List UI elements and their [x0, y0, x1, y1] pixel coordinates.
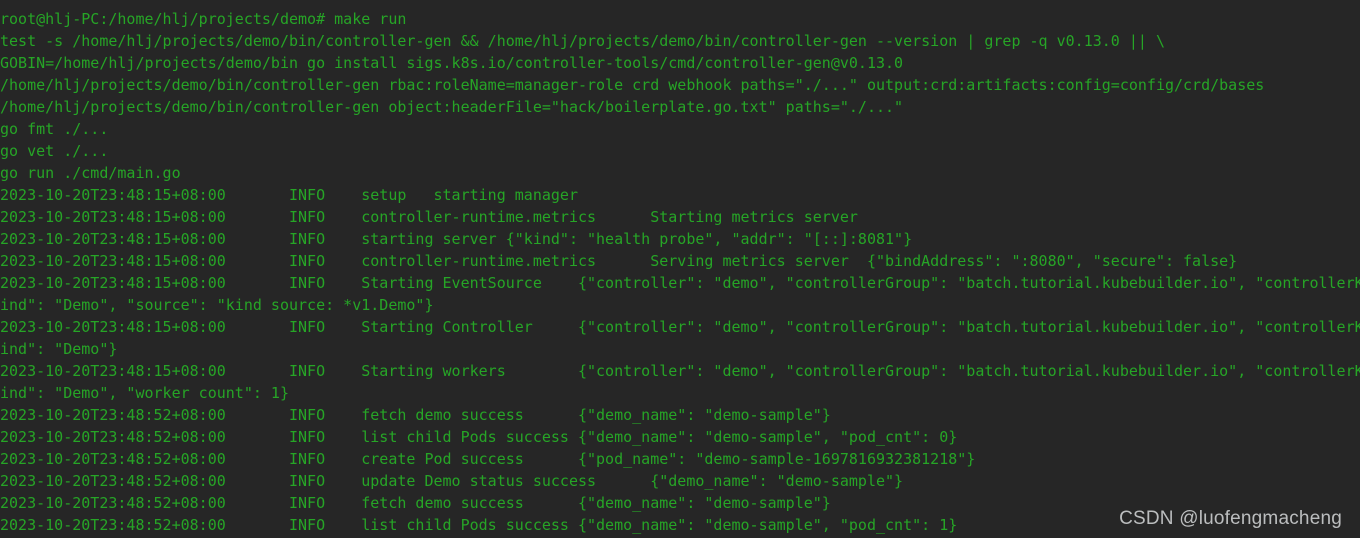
- output-line: ind": "Demo", "source": "kind source: *v…: [0, 296, 434, 314]
- output-line: 2023-10-20T23:48:52+08:00 INFO list chil…: [0, 428, 958, 446]
- prompt-line: root@hlj-PC:/home/hlj/projects/demo# mak…: [0, 10, 407, 28]
- output-line: 2023-10-20T23:48:15+08:00 INFO setup sta…: [0, 186, 578, 204]
- output-line: go vet ./...: [0, 142, 109, 160]
- output-line: 2023-10-20T23:48:15+08:00 INFO Starting …: [0, 274, 1360, 292]
- output-line: go fmt ./...: [0, 120, 109, 138]
- output-line: 2023-10-20T23:48:15+08:00 INFO starting …: [0, 230, 913, 248]
- output-line: ind": "Demo"}: [0, 340, 118, 358]
- output-line: 2023-10-20T23:48:15+08:00 INFO controlle…: [0, 252, 1238, 270]
- terminal-output[interactable]: root@hlj-PC:/home/hlj/projects/demo# mak…: [0, 8, 1360, 536]
- output-line: 2023-10-20T23:48:52+08:00 INFO create Po…: [0, 450, 976, 468]
- output-line: 2023-10-20T23:48:52+08:00 INFO fetch dem…: [0, 406, 831, 424]
- output-line: 2023-10-20T23:48:15+08:00 INFO Starting …: [0, 318, 1360, 336]
- output-line: /home/hlj/projects/demo/bin/controller-g…: [0, 76, 1265, 94]
- output-line: test -s /home/hlj/projects/demo/bin/cont…: [0, 32, 1165, 50]
- output-line: 2023-10-20T23:48:15+08:00 INFO Starting …: [0, 362, 1360, 380]
- output-line: /home/hlj/projects/demo/bin/controller-g…: [0, 98, 904, 116]
- output-line: ind": "Demo", "worker count": 1}: [0, 384, 289, 402]
- output-line: go run ./cmd/main.go: [0, 164, 181, 182]
- csdn-watermark: CSDN @luofengmacheng: [1119, 508, 1342, 529]
- output-line: 2023-10-20T23:48:52+08:00 INFO update De…: [0, 472, 904, 490]
- output-line: 2023-10-20T23:48:15+08:00 INFO controlle…: [0, 208, 858, 226]
- output-line: GOBIN=/home/hlj/projects/demo/bin go ins…: [0, 54, 904, 72]
- terminal-window[interactable]: root@hlj-PC:/home/hlj/projects/demo# mak…: [0, 0, 1360, 538]
